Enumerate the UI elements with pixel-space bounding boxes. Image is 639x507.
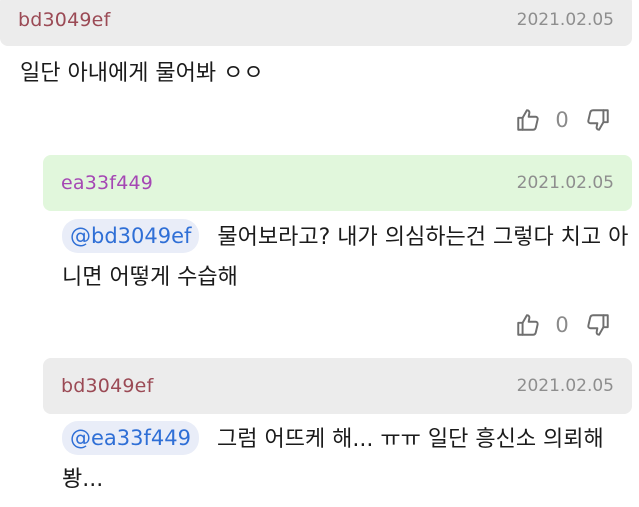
comment-text: @ea33f449 그럼 어뜨케 해... ㅠㅠ 일단 흥신소 의뢰해봥... — [62, 420, 636, 500]
reply-header: bd3049ef 2021.02.05 — [43, 358, 632, 414]
thumbs-down-icon[interactable] — [584, 309, 612, 341]
vote-row: 0 — [514, 104, 612, 136]
comment-text: @bd3049ef 물어보라고? 내가 의심하는건 그렇다 치고 아니면 어떻게 … — [62, 218, 636, 298]
comment-author[interactable]: bd3049ef — [61, 375, 153, 397]
like-count: 0 — [555, 108, 569, 132]
thumbs-up-icon[interactable] — [514, 104, 542, 136]
mention-tag[interactable]: @ea33f449 — [62, 421, 199, 455]
thumbs-down-icon[interactable] — [584, 104, 612, 136]
comment-text: 일단 아내에게 물어봐 ㅇㅇ — [20, 61, 264, 86]
comment-date: 2021.02.05 — [516, 10, 614, 30]
comment-date: 2021.02.05 — [516, 376, 614, 396]
comment-header: bd3049ef 2021.02.05 — [0, 0, 632, 46]
comment-author[interactable]: bd3049ef — [18, 9, 110, 31]
like-count: 0 — [555, 313, 569, 337]
mention-tag[interactable]: @bd3049ef — [62, 219, 200, 253]
vote-row: 0 — [514, 309, 612, 341]
thumbs-up-icon[interactable] — [514, 309, 542, 341]
comment-date: 2021.02.05 — [516, 173, 614, 193]
comment-author[interactable]: ea33f449 — [61, 172, 153, 194]
reply-header: ea33f449 2021.02.05 — [43, 155, 632, 211]
